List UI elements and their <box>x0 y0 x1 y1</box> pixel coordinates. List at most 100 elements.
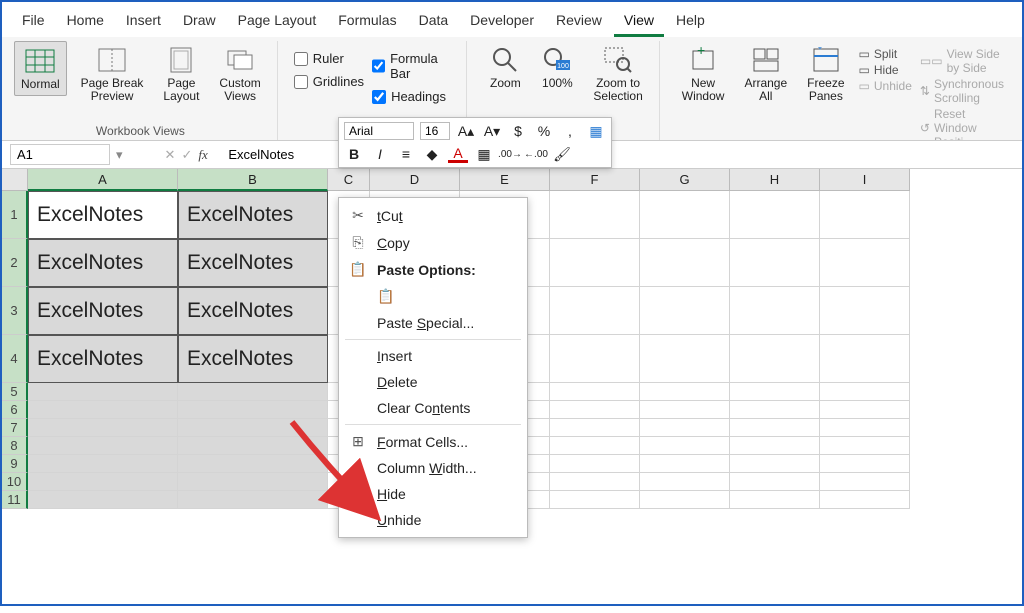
tab-insert[interactable]: Insert <box>116 6 171 37</box>
cell-I11[interactable] <box>820 491 910 509</box>
cell-A1[interactable]: ExcelNotes <box>28 191 178 239</box>
cell-A8[interactable] <box>28 437 178 455</box>
custom-views-button[interactable]: Custom Views <box>213 41 266 107</box>
insert-function-button[interactable]: fx <box>198 147 218 163</box>
cell-F11[interactable] <box>550 491 640 509</box>
ctx-hide[interactable]: Hide <box>339 481 527 507</box>
cell-F7[interactable] <box>550 419 640 437</box>
row-header-1[interactable]: 1 <box>2 191 28 239</box>
cell-H11[interactable] <box>730 491 820 509</box>
mini-size-select[interactable] <box>420 122 450 140</box>
reset-window-position-button[interactable]: ↺Reset Window Positi <box>920 107 1004 141</box>
cell-G9[interactable] <box>640 455 730 473</box>
cell-A11[interactable] <box>28 491 178 509</box>
cell-I9[interactable] <box>820 455 910 473</box>
column-header-C[interactable]: C <box>328 169 370 191</box>
cell-F6[interactable] <box>550 401 640 419</box>
cell-A2[interactable]: ExcelNotes <box>28 239 178 287</box>
cell-B4[interactable]: ExcelNotes <box>178 335 328 383</box>
cell-B9[interactable] <box>178 455 328 473</box>
cell-G10[interactable] <box>640 473 730 491</box>
cell-F1[interactable] <box>550 191 640 239</box>
ctx-cut[interactable]: ✂tCutCut <box>339 202 527 229</box>
cell-G2[interactable] <box>640 239 730 287</box>
cell-H2[interactable] <box>730 239 820 287</box>
synchronous-scrolling-button[interactable]: ⇅Synchronous Scrolling <box>920 77 1004 105</box>
cell-I8[interactable] <box>820 437 910 455</box>
gridlines-checkbox[interactable]: Gridlines <box>294 72 364 91</box>
cell-I5[interactable] <box>820 383 910 401</box>
cell-H1[interactable] <box>730 191 820 239</box>
increase-decimal-icon[interactable]: .00→ <box>500 144 520 164</box>
ctx-insert[interactable]: Insert <box>339 343 527 369</box>
column-header-I[interactable]: I <box>820 169 910 191</box>
cell-H10[interactable] <box>730 473 820 491</box>
cell-H8[interactable] <box>730 437 820 455</box>
ruler-checkbox[interactable]: Ruler <box>294 49 364 68</box>
cell-B7[interactable] <box>178 419 328 437</box>
cancel-formula-icon[interactable]: ✕ <box>165 147 176 163</box>
hide-window-button[interactable]: ▭Hide <box>859 63 912 77</box>
cell-I4[interactable] <box>820 335 910 383</box>
column-header-D[interactable]: D <box>370 169 460 191</box>
tab-file[interactable]: File <box>12 6 55 37</box>
cell-B11[interactable] <box>178 491 328 509</box>
cell-B5[interactable] <box>178 383 328 401</box>
zoom-100-button[interactable]: 100 100% <box>535 41 579 94</box>
italic-icon[interactable]: I <box>370 144 390 164</box>
cell-G7[interactable] <box>640 419 730 437</box>
cell-I10[interactable] <box>820 473 910 491</box>
namebox-dropdown-icon[interactable]: ▾ <box>116 147 123 163</box>
cell-F4[interactable] <box>550 335 640 383</box>
column-header-F[interactable]: F <box>550 169 640 191</box>
cell-I3[interactable] <box>820 287 910 335</box>
cell-A6[interactable] <box>28 401 178 419</box>
freeze-panes-button[interactable]: * Freeze Panes <box>801 41 850 107</box>
tab-page-layout[interactable]: Page Layout <box>228 6 327 37</box>
row-header-3[interactable]: 3 <box>2 287 28 335</box>
format-painter-icon[interactable]: 🖌 <box>552 144 572 164</box>
increase-font-icon[interactable]: A▴ <box>456 121 476 141</box>
tab-draw[interactable]: Draw <box>173 6 226 37</box>
bold-icon[interactable]: B <box>344 144 364 164</box>
normal-view-button[interactable]: Normal <box>14 41 67 96</box>
column-header-A[interactable]: A <box>28 169 178 191</box>
borders-icon[interactable]: ▦ <box>474 144 494 164</box>
formula-bar-checkbox[interactable]: Formula Bar <box>372 49 456 83</box>
cell-A7[interactable] <box>28 419 178 437</box>
cell-F3[interactable] <box>550 287 640 335</box>
cell-B2[interactable]: ExcelNotes <box>178 239 328 287</box>
cell-G11[interactable] <box>640 491 730 509</box>
cell-H3[interactable] <box>730 287 820 335</box>
cell-B10[interactable] <box>178 473 328 491</box>
row-header-10[interactable]: 10 <box>2 473 28 491</box>
cell-F9[interactable] <box>550 455 640 473</box>
row-header-6[interactable]: 6 <box>2 401 28 419</box>
row-header-2[interactable]: 2 <box>2 239 28 287</box>
row-header-5[interactable]: 5 <box>2 383 28 401</box>
cell-B6[interactable] <box>178 401 328 419</box>
ctx-column-width[interactable]: Column Width... <box>339 455 527 481</box>
column-header-H[interactable]: H <box>730 169 820 191</box>
column-header-G[interactable]: G <box>640 169 730 191</box>
format-table-icon[interactable]: ▦ <box>586 121 606 141</box>
cell-G6[interactable] <box>640 401 730 419</box>
ctx-paste-default[interactable]: 📋 <box>339 283 527 310</box>
tab-view[interactable]: View <box>614 6 664 37</box>
cell-H7[interactable] <box>730 419 820 437</box>
cell-F10[interactable] <box>550 473 640 491</box>
cell-F2[interactable] <box>550 239 640 287</box>
row-header-8[interactable]: 8 <box>2 437 28 455</box>
cell-H4[interactable] <box>730 335 820 383</box>
cell-B8[interactable] <box>178 437 328 455</box>
cell-H5[interactable] <box>730 383 820 401</box>
tab-data[interactable]: Data <box>409 6 459 37</box>
split-button[interactable]: ▭Split <box>859 47 912 61</box>
cell-I1[interactable] <box>820 191 910 239</box>
cell-A4[interactable]: ExcelNotes <box>28 335 178 383</box>
row-header-4[interactable]: 4 <box>2 335 28 383</box>
select-all-corner[interactable] <box>2 169 28 191</box>
page-layout-button[interactable]: Page Layout <box>157 41 205 107</box>
cell-A5[interactable] <box>28 383 178 401</box>
cell-G3[interactable] <box>640 287 730 335</box>
